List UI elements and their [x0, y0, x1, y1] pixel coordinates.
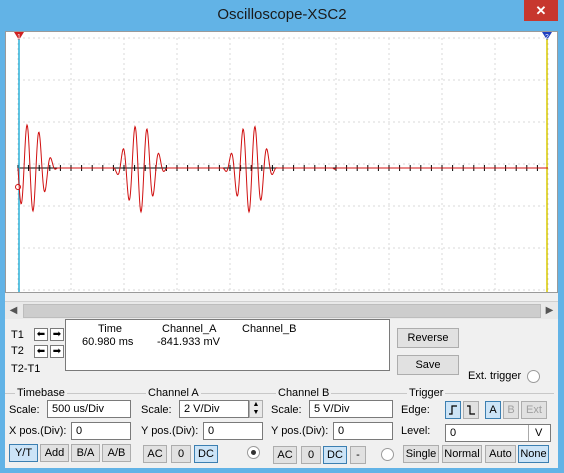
channel-b-scale-input[interactable]: 5 V/Div: [309, 400, 393, 418]
channel-b-indicator[interactable]: [381, 448, 394, 461]
t2-right-arrow-icon[interactable]: ➡: [50, 345, 64, 358]
trigger-level-unit: V: [528, 425, 542, 441]
mode-yt-button[interactable]: Y/T: [9, 444, 38, 462]
mode-ab-button[interactable]: A/B: [102, 444, 131, 462]
trigger-level-value: 0: [450, 427, 457, 439]
channel-a-ypos-label: Y pos.(Div):: [141, 425, 199, 437]
ext-trigger-label: Ext. trigger: [468, 370, 522, 382]
ext-trigger-indicator[interactable]: [527, 370, 540, 383]
channel-a-dc-button[interactable]: DC: [194, 445, 218, 463]
channel-a-header: Channel_A: [162, 323, 217, 335]
close-button[interactable]: ✕: [524, 0, 558, 21]
t1-label: T1: [11, 329, 24, 341]
t2-label: T2: [11, 345, 24, 357]
channel-b-dc-button[interactable]: DC: [323, 446, 347, 464]
edge-falling-icon[interactable]: [463, 401, 479, 419]
channel-a-label: Channel A: [146, 387, 201, 399]
edge-rising-glyph: [449, 405, 457, 415]
trigger-auto-button[interactable]: Auto: [485, 445, 516, 463]
trigger-label: Trigger: [407, 387, 446, 399]
measurement-readout: Time Channel_A Channel_B 60.980 ms -841.…: [65, 319, 390, 371]
trigger-single-button[interactable]: Single: [403, 445, 439, 463]
channel-a-zero-button[interactable]: 0: [171, 445, 191, 463]
t1-right-arrow-icon[interactable]: ➡: [50, 328, 64, 341]
timebase-xpos-input[interactable]: 0: [71, 422, 131, 440]
channel-b-ypos-label: Y pos.(Div):: [271, 425, 329, 437]
scope-graph: 12: [14, 32, 552, 292]
timebase-scale-input[interactable]: 500 us/Div: [47, 400, 131, 418]
trigger-source-a-button[interactable]: A: [485, 401, 501, 419]
time-header: Time: [98, 323, 123, 335]
mode-add-button[interactable]: Add: [40, 444, 69, 462]
channel-a-scale-label: Scale:: [141, 404, 172, 416]
save-button[interactable]: Save: [397, 355, 459, 375]
channel-a-ypos-input[interactable]: 0: [203, 422, 263, 440]
trigger-edge-label: Edge:: [401, 404, 430, 416]
display-scrollbar[interactable]: ◀ ▶: [5, 301, 558, 319]
channel-b-zero-button[interactable]: 0: [301, 446, 321, 464]
edge-falling-glyph: [467, 405, 475, 415]
t1-left-arrow-icon[interactable]: ⬅: [34, 328, 48, 341]
trigger-level-label: Level:: [401, 425, 431, 437]
mode-ba-button[interactable]: B/A: [71, 444, 100, 462]
edge-rising-icon[interactable]: [445, 401, 461, 419]
timebase-scale-label: Scale:: [9, 404, 40, 416]
trigger-level-input[interactable]: 0 V: [445, 424, 551, 442]
scroll-thumb[interactable]: [23, 304, 541, 318]
window-title: Oscilloscope-XSC2: [217, 6, 347, 23]
cursor-2-label: 2: [545, 34, 549, 41]
t2-t1-label: T2-T1: [11, 363, 41, 375]
client-area: 12 ◀ ▶ T1 ⬅ ➡ T2 ⬅ ➡ T2-T1 Time Channel_…: [5, 31, 558, 468]
reverse-button[interactable]: Reverse: [397, 328, 459, 348]
trigger-none-button[interactable]: None: [518, 445, 549, 463]
channel-a-scale-input[interactable]: 2 V/Div: [179, 400, 249, 418]
channel-a-ac-button[interactable]: AC: [143, 445, 167, 463]
channel-b-ac-button[interactable]: AC: [273, 446, 297, 464]
channel-b-label: Channel B: [276, 387, 332, 399]
timebase-xpos-label: X pos.(Div):: [9, 425, 67, 437]
channel-b-header: Channel_B: [242, 323, 297, 335]
t1-time-value: 60.980 ms: [82, 336, 134, 348]
t2-left-arrow-icon[interactable]: ⬅: [34, 345, 48, 358]
title-bar: Oscilloscope-XSC2 ✕: [0, 0, 564, 31]
scroll-right-icon[interactable]: ▶: [541, 302, 558, 319]
trigger-source-ext-button[interactable]: Ext: [521, 401, 547, 419]
channel-a-indicator[interactable]: [247, 446, 260, 459]
trigger-normal-button[interactable]: Normal: [442, 445, 482, 463]
t1-channel-a-value: -841.933 mV: [157, 336, 220, 348]
scope-display[interactable]: 12: [5, 31, 558, 293]
trigger-source-b-button[interactable]: B: [503, 401, 519, 419]
channel-a-scale-spinner-icon[interactable]: ▲ ▼: [249, 400, 263, 418]
channel-b-scale-label: Scale:: [271, 404, 302, 416]
timebase-label: Timebase: [15, 387, 67, 399]
scroll-left-icon[interactable]: ◀: [5, 302, 22, 319]
oscilloscope-window: Oscilloscope-XSC2 ✕ 12 ◀ ▶ T1 ⬅ ➡ T2 ⬅ ➡…: [0, 0, 564, 473]
cursor-1-label: 1: [17, 34, 21, 41]
channel-b-ypos-input[interactable]: 0: [333, 422, 393, 440]
channel-b-minus-button[interactable]: -: [350, 446, 366, 464]
